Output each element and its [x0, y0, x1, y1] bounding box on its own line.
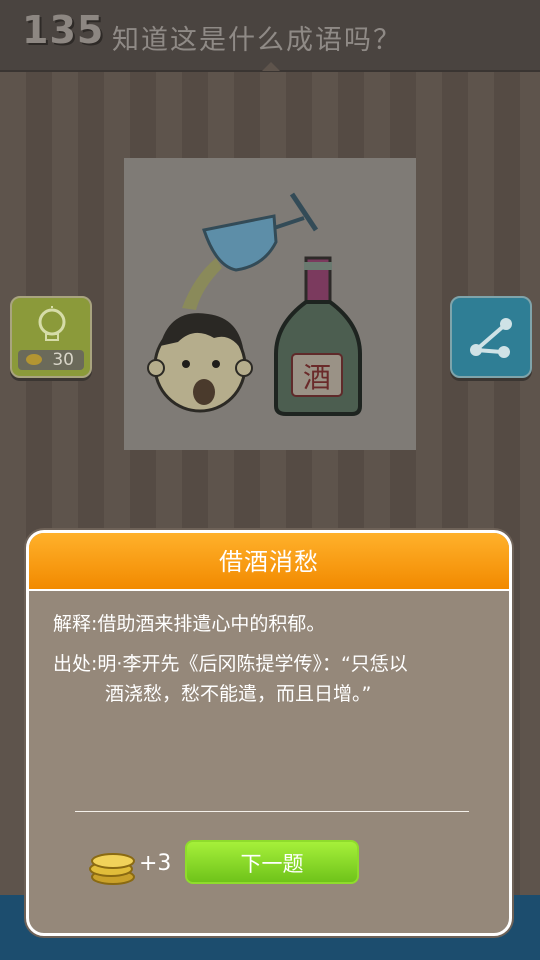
- next-question-button[interactable]: 下一题: [185, 840, 359, 884]
- hint-cost: 30: [18, 350, 84, 370]
- dizzy-face-icon: [147, 313, 253, 413]
- answer-panel-header: 借酒消愁: [29, 533, 509, 591]
- answer-title: 借酒消愁: [219, 548, 319, 576]
- hint-cost-value: 30: [52, 350, 74, 370]
- share-icon: [470, 318, 512, 358]
- liquor-bottle-icon: 酒: [274, 256, 362, 416]
- divider: [75, 811, 469, 812]
- wine-glass-icon: [182, 192, 319, 310]
- hint-button[interactable]: 30: [10, 296, 92, 378]
- answer-panel: 借酒消愁 解释:借助酒来排遣心中的积郁。 出处:明·李开先《后冈陈提学传》：“只…: [26, 530, 512, 936]
- bottle-label: 酒: [303, 361, 331, 394]
- answer-source: 出处:明·李开先《后冈陈提学传》：“只恁以 酒浇愁，愁不能遣，而且日增。”: [53, 649, 493, 709]
- share-button[interactable]: [450, 296, 532, 378]
- question-text: 知道这是什么成语吗？: [112, 25, 402, 56]
- top-bar: 135 知道这是什么成语吗？: [0, 0, 540, 72]
- answer-source-line1: 出处:明·李开先《后冈陈提学传》：“只恁以: [53, 653, 408, 675]
- coin-stack-icon: [89, 853, 135, 885]
- header-notch: [262, 62, 280, 71]
- coin-icon: [26, 354, 42, 365]
- lightbulb-icon: [38, 306, 66, 341]
- level-number: 135: [22, 8, 105, 52]
- answer-explanation: 解释:借助酒来排遣心中的积郁。: [53, 613, 326, 635]
- puzzle-image: 酒: [124, 158, 416, 450]
- answer-source-line2: 酒浇愁，愁不能遣，而且日增。”: [105, 683, 372, 705]
- reward-amount: +3: [139, 851, 172, 876]
